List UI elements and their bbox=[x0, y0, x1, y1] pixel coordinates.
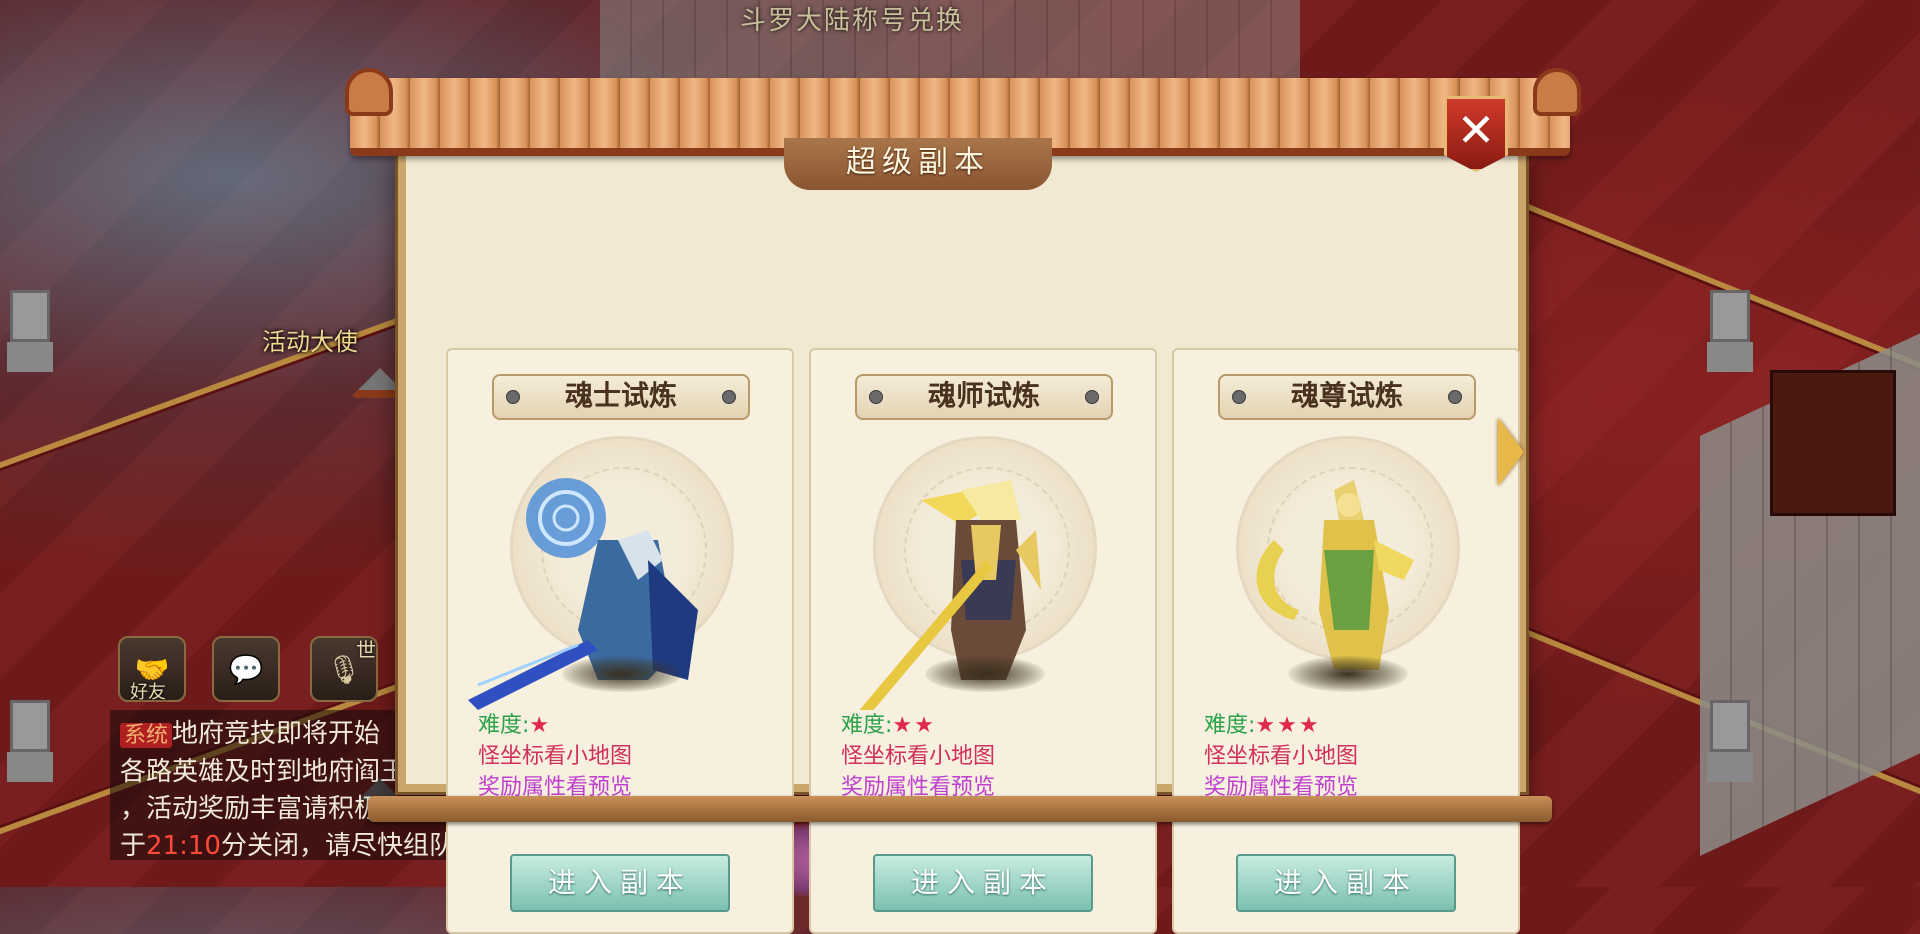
tip-map: 怪坐标看小地图 bbox=[841, 744, 996, 769]
difficulty-stars: ★★★ bbox=[1255, 713, 1321, 738]
card-title-plate: 魂尊试炼 bbox=[1218, 374, 1476, 420]
enter-dungeon-button[interactable]: 进入副本 bbox=[873, 854, 1093, 912]
difficulty-row: 难度:★ bbox=[478, 713, 552, 738]
stone-lantern bbox=[1700, 700, 1760, 810]
stone-lantern bbox=[0, 290, 410, 400]
figure-shadow bbox=[1288, 656, 1408, 692]
rivet-icon bbox=[1085, 390, 1099, 404]
roof-ornament bbox=[345, 68, 393, 116]
card-title: 魂师试炼 bbox=[927, 379, 1040, 412]
enter-dungeon-button[interactable]: 进入副本 bbox=[1236, 854, 1456, 912]
rivet-icon bbox=[869, 390, 883, 404]
stone-lantern bbox=[0, 700, 410, 810]
card-title-plate: 魂士试炼 bbox=[492, 374, 750, 420]
figure-shadow bbox=[562, 656, 682, 692]
merchant-stall bbox=[1770, 370, 1896, 516]
rivet-icon bbox=[1232, 390, 1246, 404]
enter-dungeon-button[interactable]: 进入副本 bbox=[510, 854, 730, 912]
card-info: 难度:★ 怪坐标看小地图 奖励属性看预览 bbox=[478, 710, 632, 803]
panel-bottom-scroll bbox=[368, 796, 1552, 822]
card-title: 魂士试炼 bbox=[564, 379, 677, 412]
stone-lantern bbox=[1700, 290, 1760, 400]
difficulty-row: 难度:★★★ bbox=[1204, 713, 1321, 738]
tip-map: 怪坐标看小地图 bbox=[478, 744, 633, 769]
system-tag: 系统 bbox=[120, 723, 173, 748]
dungeon-card-soul-elder: 魂尊试炼 难度:★★★ 怪坐标看小地图 奖励属性看预览 进入副本 bbox=[1172, 348, 1520, 934]
rivet-icon bbox=[1448, 390, 1462, 404]
card-title-plate: 魂师试炼 bbox=[855, 374, 1113, 420]
chat-text: 地府竞技即将开始 bbox=[172, 719, 381, 749]
panel-title: 超级副本 bbox=[784, 138, 1052, 190]
card-info: 难度:★★ 怪坐标看小地图 奖励属性看预览 bbox=[841, 710, 995, 803]
event-banner-text[interactable]: 斗罗大陆称号兑换 bbox=[740, 0, 964, 37]
roof-ornament bbox=[1533, 68, 1581, 116]
friends-label: 好友 bbox=[130, 682, 166, 703]
npc-name-label[interactable]: 活动大使 bbox=[262, 322, 358, 357]
tip-map: 怪坐标看小地图 bbox=[1204, 744, 1359, 769]
close-time: 21:10 bbox=[146, 831, 221, 861]
close-icon: ✕ bbox=[1456, 103, 1496, 157]
difficulty-stars: ★★ bbox=[892, 713, 936, 738]
dungeon-card-soul-scholar: 魂士试炼 难度:★ 怪坐标看小地图 奖励属性看预览 进入副本 bbox=[446, 348, 794, 934]
chat-button[interactable]: 💬 bbox=[212, 636, 280, 702]
difficulty-stars: ★ bbox=[529, 713, 552, 738]
card-title: 魂尊试炼 bbox=[1290, 379, 1403, 412]
figure-shadow bbox=[925, 656, 1045, 692]
rivet-icon bbox=[722, 390, 736, 404]
super-dungeon-panel: 魂士试炼 难度:★ 怪坐标看小地图 奖励属性看预览 进入副本 魂师试炼 难度:★… bbox=[398, 148, 1526, 934]
chat-bubble-icon: 💬 bbox=[228, 652, 264, 686]
difficulty-row: 难度:★★ bbox=[841, 713, 936, 738]
dungeon-card-soul-master: 魂师试炼 难度:★★ 怪坐标看小地图 奖励属性看预览 进入副本 bbox=[809, 348, 1157, 934]
card-info: 难度:★★★ 怪坐标看小地图 奖励属性看预览 bbox=[1204, 710, 1358, 803]
next-page-arrow-icon[interactable] bbox=[1498, 418, 1524, 486]
world-channel-badge: 世 bbox=[356, 638, 376, 662]
rivet-icon bbox=[506, 390, 520, 404]
